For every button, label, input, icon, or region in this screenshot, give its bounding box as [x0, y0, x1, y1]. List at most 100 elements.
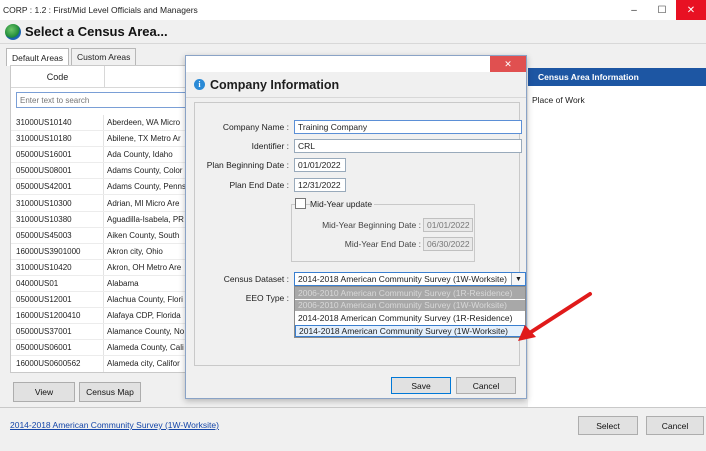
plan-end-date-field[interactable]: 12/31/2022 [294, 178, 346, 192]
table-row[interactable]: 31000US10380 Aguadilla-Isabela, PR [11, 211, 193, 228]
page-title: Select a Census Area... [25, 24, 168, 39]
row-name: Alameda city, Califor [107, 359, 180, 369]
row-code: 31000US10140 [11, 115, 104, 131]
column-header-name[interactable] [105, 66, 193, 87]
window-title: CORP : 1.2 : First/Mid Level Officials a… [3, 5, 198, 15]
minimize-button[interactable]: – [620, 0, 648, 20]
table-row[interactable]: 31000US10460Alamogordo, NM Micr [11, 373, 194, 374]
row-code: 05000US08001 [11, 163, 104, 179]
census-dataset-label: Census Dataset : [223, 274, 289, 284]
dropdown-option: 2006-2010 American Community Survey (1R-… [295, 287, 525, 300]
mid-year-label: Mid-Year update [310, 199, 375, 209]
census-dataset-options: 2006-2010 American Community Survey (1R-… [294, 286, 526, 338]
column-header-code[interactable]: Code [11, 66, 105, 87]
plan-begin-label: Plan Beginning Date : [206, 160, 289, 170]
bottom-bar: 2014-2018 American Community Survey (1W-… [0, 407, 706, 451]
search-input[interactable] [16, 92, 192, 108]
table-row[interactable]: 16000US3901000 Akron city, Ohio [11, 243, 193, 260]
window-close-button[interactable]: ✕ [676, 0, 706, 20]
mid-year-end-label: Mid-Year End Date : [344, 239, 421, 249]
row-code: 05000US06001 [11, 340, 104, 356]
tab-default-areas[interactable]: Default Areas [6, 48, 70, 66]
row-code: 05000US37001 [11, 324, 104, 340]
dialog-title: Company Information [210, 77, 340, 92]
table-row[interactable]: 05000US37001 Alamance County, No [11, 324, 193, 341]
table-header: Code [11, 66, 193, 88]
table-row[interactable]: 05000US12001 Alachua County, Flori [11, 292, 193, 309]
cancel-button[interactable]: Cancel [646, 416, 704, 435]
mid-year-group [291, 204, 475, 262]
row-code: 04000US01 [11, 275, 104, 292]
info-panel-header: Census Area Information [528, 68, 706, 86]
row-name: Alachua County, Flori [107, 295, 183, 305]
table-row[interactable]: 04000US01 Alabama [11, 275, 193, 293]
plan-end-label: Plan End Date : [229, 180, 289, 190]
table-row[interactable]: 16000US0600562 Alameda city, Califor [11, 356, 193, 372]
info-panel-item: Place of Work [532, 95, 585, 105]
mid-year-begin-field: 01/01/2022 [423, 218, 473, 232]
tab-strip: Default Areas Custom Areas [6, 48, 138, 66]
row-name: Abilene, TX Metro Ar [107, 134, 181, 144]
identifier-field[interactable]: CRL [294, 139, 522, 153]
table-row[interactable]: 05000US16001 Ada County, Idaho [11, 147, 193, 164]
row-code: 31000US10420 [11, 259, 104, 275]
row-name: Aguadilla-Isabela, PR [107, 214, 184, 224]
selected-dataset-link[interactable]: 2014-2018 American Community Survey (1W-… [10, 420, 219, 430]
row-code: 16000US3901000 [11, 243, 104, 259]
row-code: 05000US12001 [11, 292, 104, 308]
row-code: 16000US1200410 [11, 308, 104, 324]
row-code: 05000US16001 [11, 147, 104, 163]
row-name: Aiken County, South [107, 230, 180, 240]
plan-begin-date-field[interactable]: 01/01/2022 [294, 158, 346, 172]
dialog-form: Company Name : Training Company Identifi… [194, 102, 526, 366]
mid-year-end-field: 06/30/2022 [423, 237, 473, 251]
chevron-down-icon[interactable]: ▼ [511, 273, 525, 285]
mid-year-begin-label: Mid-Year Beginning Date : [322, 220, 421, 230]
mid-year-checkbox[interactable] [295, 198, 306, 209]
page-header: Select a Census Area... [0, 20, 706, 44]
dialog-close-button[interactable]: ✕ [490, 56, 526, 72]
table-row[interactable]: 16000US1200410 Alafaya CDP, Florida [11, 308, 193, 325]
select-button[interactable]: Select [578, 416, 638, 435]
census-map-button[interactable]: Census Map [79, 382, 141, 402]
dropdown-option[interactable]: 2014-2018 American Community Survey (1R-… [295, 312, 525, 325]
row-name: Akron, OH Metro Are [107, 262, 182, 272]
tab-custom-areas[interactable]: Custom Areas [71, 48, 137, 65]
row-name: Adrian, MI Micro Are [107, 198, 180, 208]
eeo-type-label: EEO Type : [245, 293, 289, 303]
row-code: 31000US10460 [11, 373, 104, 374]
row-name: Alamance County, No [107, 327, 185, 337]
table-row[interactable]: 31000US10140 Aberdeen, WA Micro [11, 115, 193, 132]
dropdown-option-selected[interactable]: 2014-2018 American Community Survey (1W-… [295, 324, 525, 337]
company-name-label: Company Name : [222, 122, 289, 132]
table-row[interactable]: 31000US10420 Akron, OH Metro Are [11, 259, 193, 276]
company-information-dialog: ✕ i Company Information Company Name : T… [185, 55, 527, 399]
table-row[interactable]: 05000US42001 Adams County, Penns [11, 179, 193, 196]
row-name: Adams County, Penns [107, 182, 187, 192]
info-icon: i [194, 79, 205, 90]
row-code: 31000US10180 [11, 131, 104, 147]
row-name: Alabama [107, 278, 139, 288]
company-name-field[interactable]: Training Company [294, 120, 522, 134]
row-code: 31000US10380 [11, 211, 104, 227]
census-dataset-dropdown[interactable]: 2014-2018 American Community Survey (1W-… [294, 272, 526, 286]
row-name: Alameda County, Cali [107, 343, 184, 353]
view-button[interactable]: View [13, 382, 75, 402]
dialog-cancel-button[interactable]: Cancel [456, 377, 516, 394]
table-row[interactable]: 05000US08001 Adams County, Color [11, 163, 193, 180]
census-dataset-value: 2014-2018 American Community Survey (1W-… [298, 274, 507, 284]
table-row[interactable]: 05000US06001 Alameda County, Cali [11, 340, 193, 357]
dialog-header: i Company Information [186, 72, 526, 98]
table-row[interactable]: 05000US45003 Aiken County, South [11, 227, 193, 244]
table-row[interactable]: 31000US10300 Adrian, MI Micro Are [11, 195, 193, 212]
annotation-arrow-icon [518, 292, 592, 341]
row-code: 16000US0600562 [11, 356, 104, 372]
maximize-button[interactable]: ☐ [648, 0, 676, 20]
search-row [11, 89, 193, 111]
table-row[interactable]: 31000US10180 Abilene, TX Metro Ar [11, 131, 193, 148]
dialog-title-bar: ✕ [186, 56, 526, 72]
save-button[interactable]: Save [391, 377, 451, 394]
table-body: 31000US10140 Aberdeen, WA Micro 31000US101… [11, 115, 194, 374]
window-controls: – ☐ ✕ [620, 0, 706, 20]
row-name: Ada County, Idaho [107, 150, 173, 160]
